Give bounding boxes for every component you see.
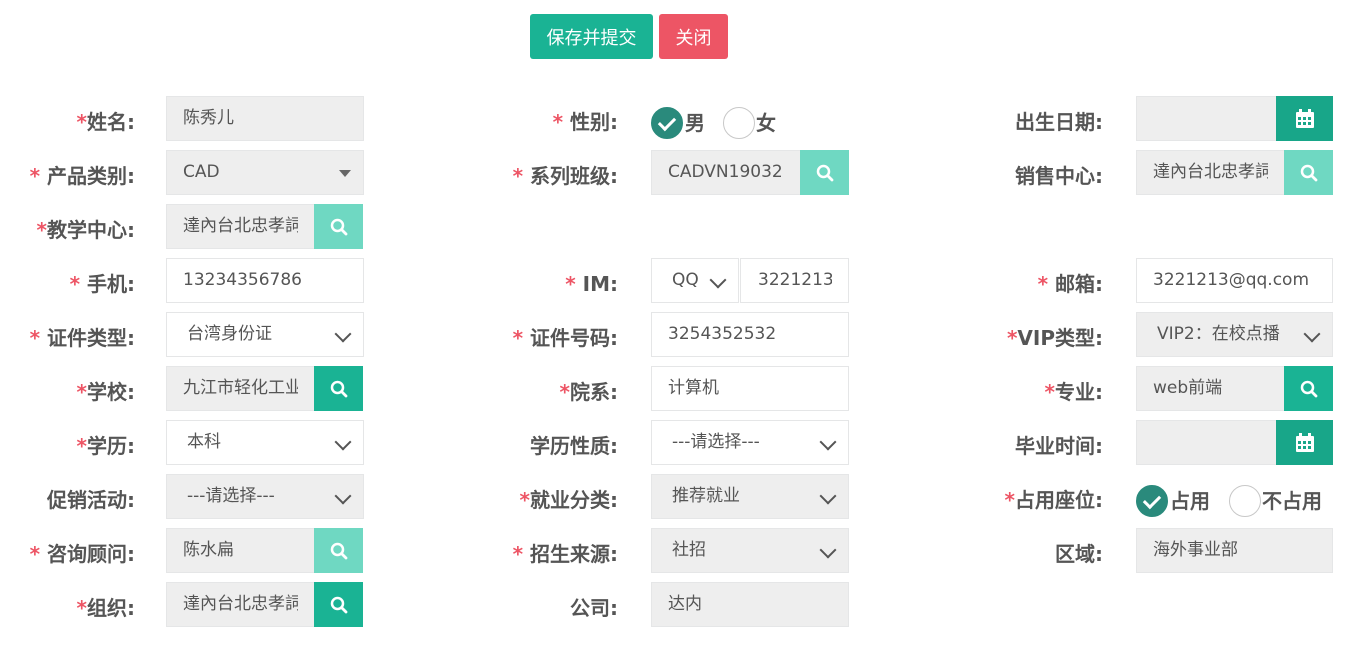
- education-nature-label: 学历性质:: [530, 434, 618, 458]
- chevron-down-icon: [819, 541, 837, 559]
- teaching-center-field[interactable]: 達內台北忠孝詞: [166, 204, 314, 249]
- organization-field[interactable]: 達內台北忠孝詞: [166, 582, 314, 627]
- organization-search-button[interactable]: [314, 582, 363, 627]
- promotion-label: 促销活动:: [47, 488, 135, 512]
- search-icon: [1300, 380, 1317, 397]
- region-field[interactable]: 海外事业部: [1136, 528, 1333, 573]
- promotion-select[interactable]: ---请选择---: [166, 474, 364, 519]
- chevron-down-icon: [334, 487, 352, 505]
- search-icon: [330, 218, 347, 235]
- id-type-label: * 证件类型:: [29, 326, 135, 350]
- series-class-field[interactable]: CADVN19032: [651, 150, 800, 195]
- product-category-select[interactable]: CAD: [166, 150, 364, 195]
- gender-female-radio[interactable]: [723, 107, 755, 139]
- gender-male-label: 男: [685, 111, 705, 135]
- graduation-time-field[interactable]: [1136, 420, 1276, 465]
- consultant-label: * 咨询顾问:: [29, 542, 135, 566]
- search-icon: [330, 380, 347, 397]
- id-number-input[interactable]: 3254352532: [651, 312, 849, 357]
- education-nature-select[interactable]: ---请选择---: [651, 420, 849, 465]
- seat-occupy-radio[interactable]: [1136, 485, 1168, 517]
- teaching-center-search-button[interactable]: [314, 204, 363, 249]
- chevron-down-icon: [1303, 325, 1321, 343]
- search-icon: [816, 164, 833, 181]
- vip-type-select[interactable]: VIP2：在校点播: [1136, 312, 1333, 357]
- major-field[interactable]: web前端: [1136, 366, 1284, 411]
- gender-male-radio[interactable]: [651, 107, 683, 139]
- enroll-source-label: * 招生来源:: [512, 542, 618, 566]
- education-label: *学历:: [76, 434, 135, 458]
- chevron-down-icon: [334, 325, 352, 343]
- toolbar: 保存并提交 关闭: [530, 14, 728, 59]
- calendar-icon: [1295, 432, 1314, 452]
- consultant-field[interactable]: 陈水扁: [166, 528, 314, 573]
- im-input[interactable]: 3221213: [740, 258, 849, 303]
- im-type-select[interactable]: QQ: [651, 258, 739, 303]
- email-label: * 邮箱:: [1037, 272, 1103, 296]
- id-type-select[interactable]: 台湾身份证: [166, 312, 364, 357]
- phone-input[interactable]: 13234356786: [166, 258, 364, 303]
- chevron-down-icon: [334, 433, 352, 451]
- organization-label: *组织:: [76, 596, 135, 620]
- sales-center-search-button[interactable]: [1284, 150, 1333, 195]
- birthdate-calendar-button[interactable]: [1276, 96, 1333, 141]
- gender-female-label: 女: [756, 111, 776, 135]
- chevron-down-icon: [709, 271, 727, 289]
- seat-not-occupy-label: 不占用: [1262, 489, 1322, 513]
- birthdate-field[interactable]: [1136, 96, 1276, 141]
- graduation-time-calendar-button[interactable]: [1276, 420, 1333, 465]
- phone-label: * 手机:: [69, 272, 135, 296]
- department-input[interactable]: 计算机: [651, 366, 849, 411]
- sales-center-label: 销售中心:: [1015, 164, 1103, 188]
- search-icon: [330, 596, 347, 613]
- consultant-search-button[interactable]: [314, 528, 363, 573]
- major-label: *专业:: [1044, 380, 1103, 404]
- sales-center-field[interactable]: 達內台北忠孝詞: [1136, 150, 1284, 195]
- close-button[interactable]: 关闭: [659, 14, 728, 59]
- im-label: * IM:: [565, 272, 618, 296]
- employment-category-select[interactable]: 推荐就业: [651, 474, 849, 519]
- series-class-search-button[interactable]: [800, 150, 849, 195]
- id-number-label: * 证件号码:: [512, 326, 618, 350]
- enroll-source-select[interactable]: 社招: [651, 528, 849, 573]
- vip-type-label: *VIP类型:: [1006, 326, 1103, 350]
- teaching-center-label: *教学中心:: [36, 218, 135, 242]
- school-label: *学校:: [76, 380, 135, 404]
- seat-label: *占用座位:: [1004, 488, 1103, 512]
- seat-not-occupy-radio[interactable]: [1229, 485, 1261, 517]
- employment-category-label: *就业分类:: [519, 488, 618, 512]
- department-label: *院系:: [559, 380, 618, 404]
- product-category-label: * 产品类别:: [29, 164, 135, 188]
- seat-occupy-label: 占用: [1170, 489, 1210, 513]
- email-input[interactable]: 3221213@qq.com: [1136, 258, 1333, 303]
- chevron-down-icon: [819, 487, 837, 505]
- graduation-time-label: 毕业时间:: [1015, 434, 1103, 458]
- caret-down-icon: [339, 170, 351, 177]
- save-submit-button[interactable]: 保存并提交: [530, 14, 653, 59]
- school-field[interactable]: 九江市轻化工业学校: [166, 366, 314, 411]
- education-select[interactable]: 本科: [166, 420, 364, 465]
- name-field[interactable]: 陈秀儿: [166, 96, 364, 141]
- company-label: 公司:: [570, 596, 618, 620]
- series-class-label: * 系列班级:: [512, 164, 618, 188]
- gender-label: * 性别:: [552, 110, 618, 134]
- school-search-button[interactable]: [314, 366, 363, 411]
- chevron-down-icon: [819, 433, 837, 451]
- company-field[interactable]: 达内: [651, 582, 849, 627]
- name-label: *姓名:: [76, 110, 135, 134]
- region-label: 区域:: [1055, 542, 1103, 566]
- search-icon: [330, 542, 347, 559]
- birthdate-label: 出生日期:: [1015, 110, 1103, 134]
- search-icon: [1300, 164, 1317, 181]
- major-search-button[interactable]: [1284, 366, 1333, 411]
- calendar-icon: [1295, 108, 1314, 128]
